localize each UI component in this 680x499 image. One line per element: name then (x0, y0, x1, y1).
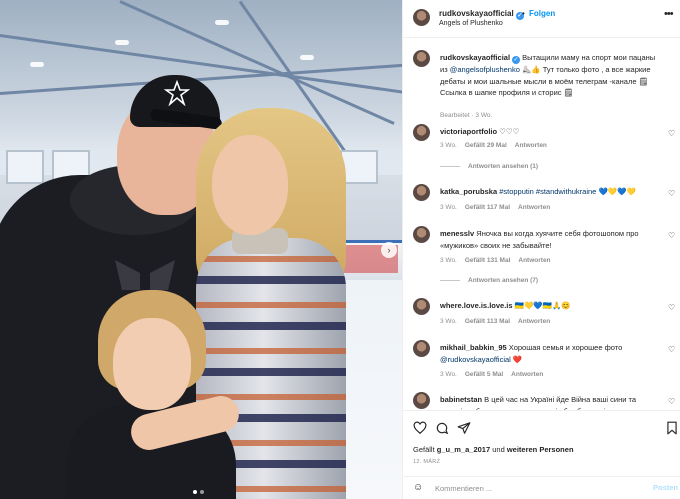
comment-time: 3 Wo. (440, 318, 457, 325)
commenter-avatar[interactable] (413, 392, 430, 409)
author-avatar[interactable] (413, 9, 430, 26)
caption-edited: Bearbeitet · 3 Wo. (440, 112, 493, 119)
post-sidebar: rudkovskayaofficial ✓ • Folgen Angels of … (402, 0, 680, 499)
verified-badge-icon: ✓ (512, 56, 521, 64)
chevron-right-icon[interactable]: › (381, 242, 397, 258)
caption-mention-link[interactable]: @angelsofplushenko (450, 65, 520, 74)
comment-username[interactable]: mikhail_babkin_95 (440, 343, 507, 352)
reply-button[interactable]: Antworten (518, 257, 550, 264)
emoji-icon[interactable]: ☺ (413, 482, 423, 493)
comment-username[interactable]: menesslv (440, 229, 474, 238)
comment-text: mikhail_babkin_95 Хорошая семья и хороше… (440, 342, 658, 365)
comment-mention-link[interactable]: @rudkovskayaofficial (440, 355, 511, 364)
comment-username[interactable]: katka_porubska (440, 187, 497, 196)
heart-outline-icon[interactable]: ♡ (668, 231, 675, 240)
likes-mid: und (490, 445, 507, 454)
comment-text: victoriaportfolio ♡♡♡ (440, 126, 658, 138)
more-horizontal-icon[interactable]: ••• (664, 8, 674, 20)
carousel-dot-active (193, 490, 197, 494)
comment-body: ❤️ (510, 354, 523, 364)
commenter-avatar[interactable] (413, 124, 430, 141)
author-username[interactable]: rudkovskayaofficial ✓ (439, 9, 524, 20)
ceiling-light (215, 20, 229, 25)
comment-hashtags[interactable]: #stopputin #standwithukraine 💙💛💙💛 (497, 187, 636, 196)
reply-button[interactable]: Antworten (511, 371, 543, 378)
post-date[interactable]: 12. MÄRZ (413, 459, 440, 465)
ceiling-light (30, 62, 44, 67)
heart-outline-icon[interactable]: ♡ (668, 397, 675, 406)
bookmark-icon[interactable] (665, 421, 679, 435)
caption-text: rudkovskayaofficial ✓ Вытащили маму на сп… (440, 52, 658, 99)
author-avatar[interactable] (413, 50, 430, 67)
comment-time: 3 Wo. (440, 371, 457, 378)
heart-outline-icon[interactable]: ♡ (668, 129, 675, 138)
post-comment-button[interactable]: Posten (653, 483, 678, 492)
comment-text: katka_porubska #stopputin #standwithukra… (440, 186, 658, 198)
comment-likes[interactable]: Gefällt 113 Mal (465, 318, 510, 325)
likes-prefix: Gefällt (413, 445, 437, 454)
comment-time: 3 Wo. (440, 257, 457, 264)
comment-meta: 3 Wo. Gefällt 29 Mal Antworten (440, 142, 555, 149)
commenter-avatar[interactable] (413, 226, 430, 243)
comment-username[interactable]: babinetstan (440, 395, 482, 404)
comments-list[interactable]: rudkovskayaofficial ✓ Вытащили маму на сп… (403, 38, 680, 410)
comment-time: 3 Wo. (440, 142, 457, 149)
comment-likes[interactable]: Gefällt 131 Mal (465, 257, 511, 264)
comment-time: 3 Wo. (440, 204, 457, 211)
share-icon[interactable] (457, 421, 471, 435)
post-actions: Gefällt g_u_m_a_2017 und weiteren Person… (403, 410, 680, 470)
heart-outline-icon[interactable]: ♡ (668, 189, 675, 198)
comment-icon[interactable] (435, 421, 449, 435)
post-header: rudkovskayaofficial ✓ • Folgen Angels of … (403, 0, 680, 38)
comment-text: where.love.is.love.is 🇺🇦💛💙🇺🇦🙏😊 (440, 300, 658, 312)
comment-text: menesslv Яночка вы когда хуячите себя фо… (440, 228, 658, 251)
heart-icon[interactable] (413, 421, 427, 435)
comment-text: babinetstan В цей час на Україні йде Вій… (440, 394, 658, 410)
author-username-text[interactable]: rudkovskayaofficial (439, 9, 514, 18)
commenter-avatar[interactable] (413, 184, 430, 201)
comment-body: ♡♡♡ (497, 127, 520, 136)
arena-window (6, 150, 44, 184)
post-photo[interactable]: › (0, 0, 402, 499)
comment-input[interactable] (435, 481, 635, 495)
comment-meta: 3 Wo. Gefällt 117 Mal Antworten (440, 204, 558, 211)
comment-likes[interactable]: Gefällt 29 Mal (465, 142, 507, 149)
caption-meta: Bearbeitet · 3 Wo. (440, 112, 500, 119)
likes-user-link[interactable]: g_u_m_a_2017 (437, 445, 490, 454)
heart-outline-icon[interactable]: ♡ (668, 345, 675, 354)
reply-button[interactable]: Antworten (515, 142, 547, 149)
comment-body: Хорошая семья и хорошее фото (506, 343, 623, 352)
likes-summary: Gefällt g_u_m_a_2017 und weiteren Person… (413, 445, 574, 454)
ceiling-light (115, 40, 129, 45)
woman-face (212, 135, 288, 235)
comment-username[interactable]: victoriaportfolio (440, 127, 497, 136)
likes-others-link[interactable]: weiteren Personen (507, 445, 574, 454)
post-location[interactable]: Angels of Plushenko (439, 20, 503, 27)
commenter-avatar[interactable] (413, 298, 430, 315)
comment-meta: 3 Wo. Gefällt 113 Mal Antworten (440, 318, 558, 325)
comment-body: 🇺🇦💛💙🇺🇦🙏😊 (512, 301, 571, 310)
commenter-avatar[interactable] (413, 340, 430, 357)
heart-outline-icon[interactable]: ♡ (668, 303, 675, 312)
ceiling-light (300, 55, 314, 60)
follow-button[interactable]: Folgen (529, 9, 555, 18)
hoodie-logo (115, 260, 175, 290)
comment-meta: 3 Wo. Gefällt 131 Mal Antworten (440, 257, 559, 264)
view-replies-button[interactable]: Antworten ansehen (7) (440, 277, 538, 284)
comment-meta: 3 Wo. Gefällt 5 Mal Antworten (440, 371, 551, 378)
reply-button[interactable]: Antworten (518, 204, 550, 211)
comment-username[interactable]: where.love.is.love.is (440, 301, 513, 310)
view-replies-button[interactable]: Antworten ansehen (1) (440, 163, 538, 170)
kid-face (113, 318, 191, 410)
carousel-dots (193, 490, 204, 494)
comment-likes[interactable]: Gefällt 117 Mal (465, 204, 510, 211)
carousel-dot (200, 490, 204, 494)
add-comment-bar: ☺ Posten (403, 476, 680, 499)
caption-username[interactable]: rudkovskayaofficial (440, 53, 510, 62)
cap-logo (164, 80, 190, 106)
header-separator: • (522, 9, 525, 18)
reply-button[interactable]: Antworten (518, 318, 550, 325)
comment-likes[interactable]: Gefällt 5 Mal (465, 371, 503, 378)
